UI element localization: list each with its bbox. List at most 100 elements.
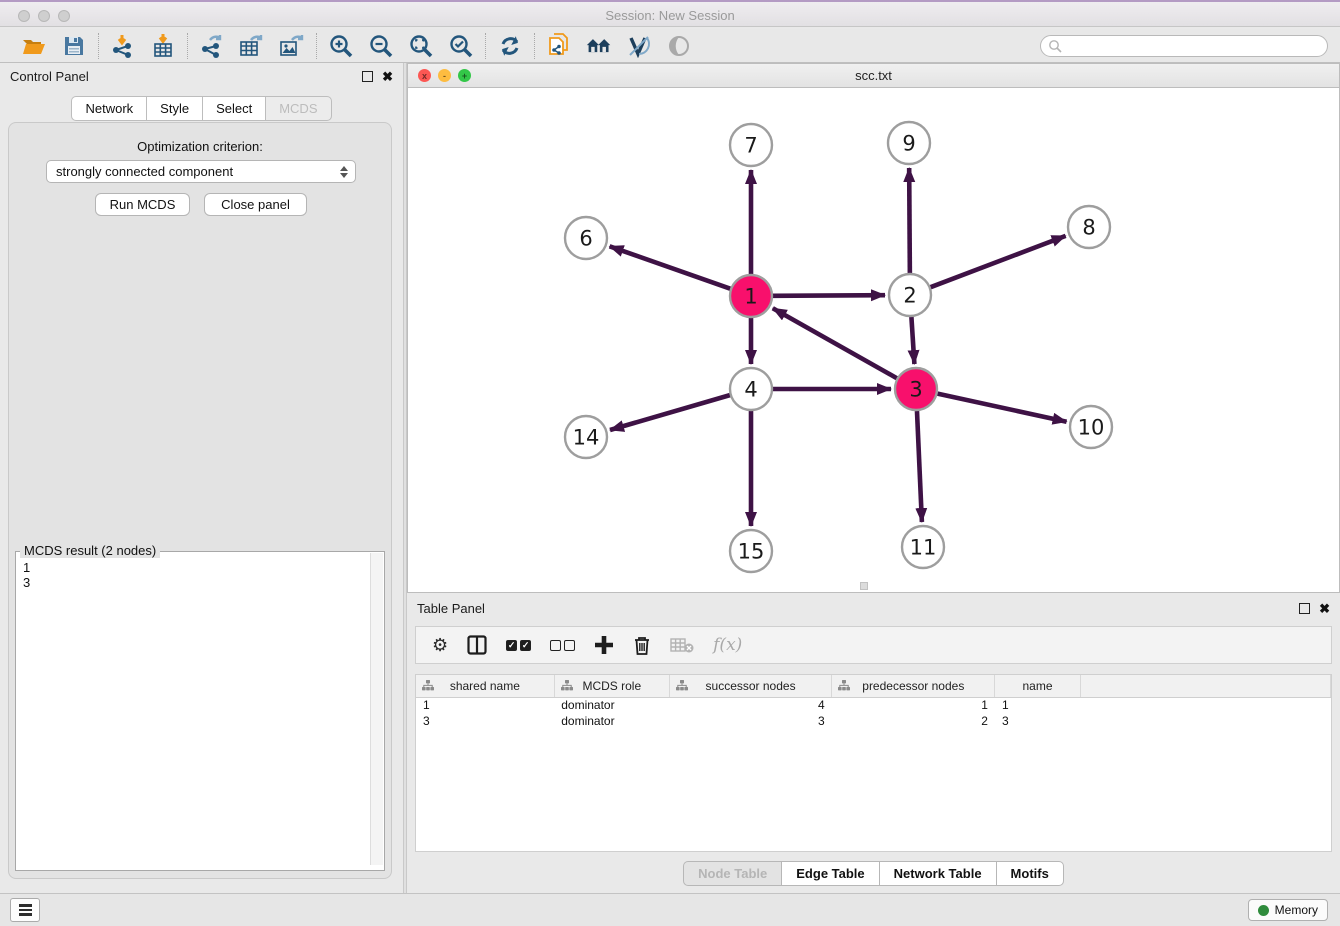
network-window-title: scc.txt — [408, 68, 1339, 83]
canvas-handle[interactable] — [860, 582, 868, 590]
column-header-name[interactable]: name — [995, 675, 1080, 697]
column-header-successor-nodes[interactable]: successor nodes — [669, 675, 831, 697]
optimization-criterion-label: Optimization criterion: — [9, 139, 391, 154]
table-row[interactable]: 3dominator323 — [416, 713, 1331, 729]
shared-column-icon — [561, 680, 573, 695]
zoom-selected-icon — [448, 33, 474, 59]
column-header-MCDS-role[interactable]: MCDS role — [554, 675, 669, 697]
float-panel-icon[interactable] — [362, 71, 373, 82]
table-cell[interactable]: 4 — [669, 697, 831, 713]
node-label-10: 10 — [1078, 415, 1105, 439]
add-row-button[interactable] — [594, 633, 614, 657]
show-graphics-details-button[interactable] — [666, 33, 692, 59]
node-label-9: 9 — [902, 131, 915, 155]
tab-node-table[interactable]: Node Table — [683, 861, 781, 886]
table-cell[interactable]: 1 — [995, 697, 1080, 713]
column-header-shared-name[interactable]: shared name — [416, 675, 554, 697]
table-panel-tabs: Node TableEdge TableNetwork TableMotifs — [407, 861, 1340, 886]
table-cell[interactable]: 1 — [416, 697, 554, 713]
table-settings-button[interactable]: ⚙ — [432, 633, 448, 657]
save-icon — [63, 35, 85, 57]
table-cell[interactable]: 1 — [832, 697, 995, 713]
table-cell[interactable]: 3 — [995, 713, 1080, 729]
tab-edge-table[interactable]: Edge Table — [781, 861, 878, 886]
delete-table-icon — [670, 637, 694, 653]
criterion-value: strongly connected component — [56, 164, 233, 179]
table-float-panel-icon[interactable] — [1299, 603, 1310, 614]
tab-motifs[interactable]: Motifs — [996, 861, 1064, 886]
task-history-button[interactable] — [10, 898, 40, 922]
tab-mcds[interactable]: MCDS — [265, 96, 331, 121]
open-session-button[interactable] — [21, 33, 47, 59]
save-session-button[interactable] — [61, 33, 87, 59]
close-panel-button[interactable]: Close panel — [204, 193, 307, 216]
table-cell[interactable]: dominator — [554, 713, 669, 729]
criterion-select[interactable]: strongly connected component — [46, 160, 356, 183]
delete-table-button[interactable] — [670, 633, 694, 657]
table-cell[interactable]: dominator — [554, 697, 669, 713]
import-network-button[interactable] — [110, 33, 136, 59]
node-table-body: 1dominator4113dominator323 — [416, 697, 1331, 729]
edge-4-14[interactable] — [610, 395, 730, 430]
export-image-button[interactable] — [279, 33, 305, 59]
edge-3-10[interactable] — [937, 394, 1066, 422]
control-panel-tabs: NetworkStyleSelectMCDS — [0, 96, 403, 121]
node-label-7: 7 — [744, 133, 757, 157]
edge-1-6[interactable] — [610, 246, 731, 288]
mcds-result-scrollbar[interactable] — [370, 553, 383, 865]
deselect-all-rows-button[interactable] — [550, 633, 575, 657]
unchecked-box-icon — [564, 640, 575, 651]
open-cyndex-button[interactable] — [586, 33, 612, 59]
edge-3-1[interactable] — [773, 308, 897, 378]
table-cell[interactable]: 2 — [832, 713, 995, 729]
import-table-button[interactable] — [150, 33, 176, 59]
run-mcds-button[interactable]: Run MCDS — [95, 193, 190, 216]
select-all-rows-button[interactable]: ✓✓ — [506, 633, 531, 657]
show-column-panel-button[interactable] — [467, 633, 487, 657]
tab-select[interactable]: Select — [202, 96, 265, 121]
trash-icon — [633, 635, 651, 655]
table-cell[interactable]: 3 — [669, 713, 831, 729]
column-header-predecessor-nodes[interactable]: predecessor nodes — [832, 675, 995, 697]
table-close-panel-icon[interactable]: ✖ — [1319, 602, 1330, 615]
node-label-6: 6 — [579, 226, 592, 250]
tab-style[interactable]: Style — [146, 96, 202, 121]
control-panel-header: Control Panel ✖ — [0, 63, 403, 89]
eye-icon — [666, 35, 692, 57]
hide-graphics-details-button[interactable] — [626, 33, 652, 59]
close-panel-icon[interactable]: ✖ — [382, 70, 393, 83]
search-field[interactable] — [1040, 35, 1328, 57]
export-network-button[interactable] — [199, 33, 225, 59]
edge-2-3[interactable] — [911, 317, 914, 364]
application-window: Session: New Session — [0, 0, 1340, 926]
table-row[interactable]: 1dominator411 — [416, 697, 1331, 713]
duplicate-network-button[interactable] — [546, 33, 572, 59]
zoom-in-button[interactable] — [328, 33, 354, 59]
table-cell[interactable] — [1080, 713, 1330, 729]
edge-3-11[interactable] — [917, 411, 922, 522]
open-folder-icon — [22, 35, 46, 57]
edge-2-9[interactable] — [909, 168, 910, 273]
zoom-selected-button[interactable] — [448, 33, 474, 59]
zoom-out-button[interactable] — [368, 33, 394, 59]
delete-rows-button[interactable] — [633, 633, 651, 657]
network-canvas[interactable]: 7968124314101511 — [408, 88, 1339, 592]
search-input[interactable] — [1062, 37, 1327, 55]
function-builder-button[interactable]: f(x) — [713, 633, 742, 657]
tab-network[interactable]: Network — [71, 96, 146, 121]
memory-button[interactable]: Memory — [1248, 899, 1328, 921]
export-table-button[interactable] — [239, 33, 265, 59]
tab-network-table[interactable]: Network Table — [879, 861, 996, 886]
table-cell[interactable] — [1080, 697, 1330, 713]
edge-1-2[interactable] — [773, 295, 885, 296]
mcds-result-text[interactable]: 1 3 — [17, 558, 369, 864]
main-toolbar — [0, 29, 1340, 63]
zoom-out-icon — [368, 33, 394, 59]
mcds-result-group: MCDS result (2 nodes) 1 3 — [15, 551, 385, 871]
node-table: shared nameMCDS rolesuccessor nodesprede… — [415, 674, 1332, 852]
zoom-fit-button[interactable] — [408, 33, 434, 59]
shared-column-icon — [838, 680, 850, 695]
edge-2-8[interactable] — [931, 236, 1066, 287]
table-cell[interactable]: 3 — [416, 713, 554, 729]
apply-layout-button[interactable] — [497, 33, 523, 59]
